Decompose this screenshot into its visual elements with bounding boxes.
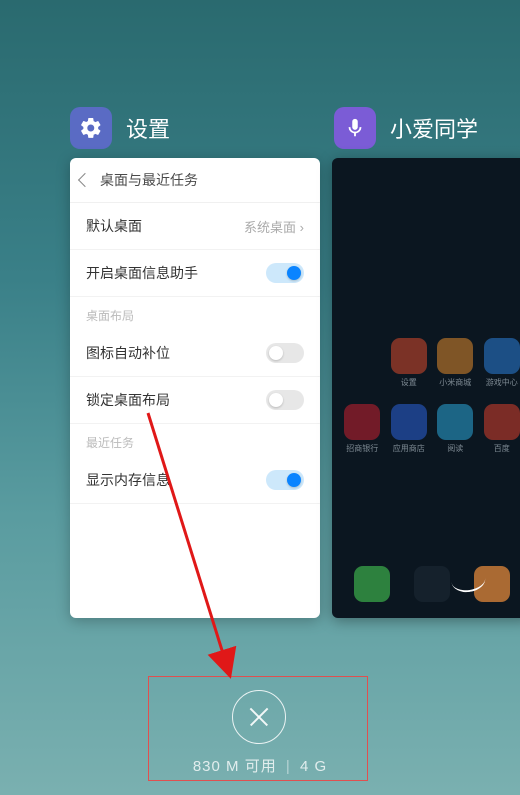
app-icon [391, 404, 427, 440]
app-label: 小米商城 [439, 377, 471, 388]
app-label: 招商银行 [346, 443, 378, 454]
toggle-switch[interactable] [266, 390, 304, 410]
toggle-switch[interactable] [266, 470, 304, 490]
home-app[interactable]: 阅读 [437, 404, 473, 454]
app-icon [484, 404, 520, 440]
clear-all-recents-button[interactable] [232, 690, 286, 744]
settings-row-value: 系统桌面 › [244, 217, 304, 236]
settings-row[interactable]: 开启桌面信息助手 [70, 250, 320, 297]
app-label: 百度 [494, 443, 510, 454]
toggle-switch[interactable] [266, 343, 304, 363]
memory-total: 4 G [300, 758, 327, 775]
settings-app-icon [70, 107, 112, 149]
xiaoai-app-icon [334, 107, 376, 149]
settings-row-label: 默认桌面 [86, 216, 142, 236]
toggle-knob-icon [269, 393, 283, 407]
home-app[interactable]: 百度 [484, 404, 520, 454]
recents-card-xiaoai[interactable]: 设置 小米商城 游戏中心招商银行 应用商店 阅读 百度 [332, 158, 520, 618]
messages-icon[interactable] [414, 566, 450, 602]
settings-row-label: 图标自动补位 [86, 343, 170, 363]
recents-card-settings[interactable]: 桌面与最近任务 默认桌面 系统桌面 › 开启桌面信息助手桌面布局图标自动补位锁定桌面… [70, 158, 320, 618]
app-label: 设置 [401, 377, 417, 388]
toggle-knob-icon [269, 346, 283, 360]
settings-row[interactable]: 显示内存信息 [70, 457, 320, 504]
memory-status-text: 830 M 可用 | 4 G [0, 755, 520, 776]
recents-card-title: 设置 [126, 112, 170, 144]
back-chevron-icon[interactable] [78, 173, 92, 187]
home-app[interactable]: 小米商城 [437, 338, 473, 388]
home-app[interactable]: 应用商店 [391, 404, 427, 454]
settings-panel-header[interactable]: 桌面与最近任务 [70, 158, 320, 203]
home-app[interactable]: 招商银行 [344, 404, 380, 454]
recents-card-header-xiaoai[interactable]: 小爱同学 [334, 107, 478, 149]
toggle-switch[interactable] [266, 263, 304, 283]
settings-panel-title: 桌面与最近任务 [100, 170, 198, 190]
recents-card-title: 小爱同学 [390, 112, 478, 144]
phone-dock [332, 566, 520, 602]
app-label: 阅读 [447, 443, 463, 454]
home-app[interactable]: 游戏中心 [484, 338, 520, 388]
settings-row-label: 显示内存信息 [86, 470, 170, 490]
microphone-icon [344, 117, 366, 139]
toggle-knob-icon [287, 473, 301, 487]
toggle-knob-icon [287, 266, 301, 280]
settings-row-label: 开启桌面信息助手 [86, 263, 198, 283]
app-label: 应用商店 [393, 443, 425, 454]
gear-icon [79, 116, 103, 140]
app-icon [437, 338, 473, 374]
settings-section-header: 最近任务 [70, 424, 320, 457]
app-icon [391, 338, 427, 374]
app-icon [344, 404, 380, 440]
memory-available: 830 M 可用 [193, 758, 277, 775]
recents-card-header-settings[interactable]: 设置 [70, 107, 170, 149]
app-icon [484, 338, 520, 374]
settings-row-label: 锁定桌面布局 [86, 390, 170, 410]
app-icon [437, 404, 473, 440]
settings-section-header: 桌面布局 [70, 297, 320, 330]
settings-row[interactable]: 默认桌面 系统桌面 › [70, 203, 320, 250]
phone-icon[interactable] [354, 566, 390, 602]
settings-row[interactable]: 图标自动补位 [70, 330, 320, 377]
settings-row[interactable]: 锁定桌面布局 [70, 377, 320, 424]
app-label: 游戏中心 [486, 377, 518, 388]
home-app[interactable]: 设置 [391, 338, 427, 388]
